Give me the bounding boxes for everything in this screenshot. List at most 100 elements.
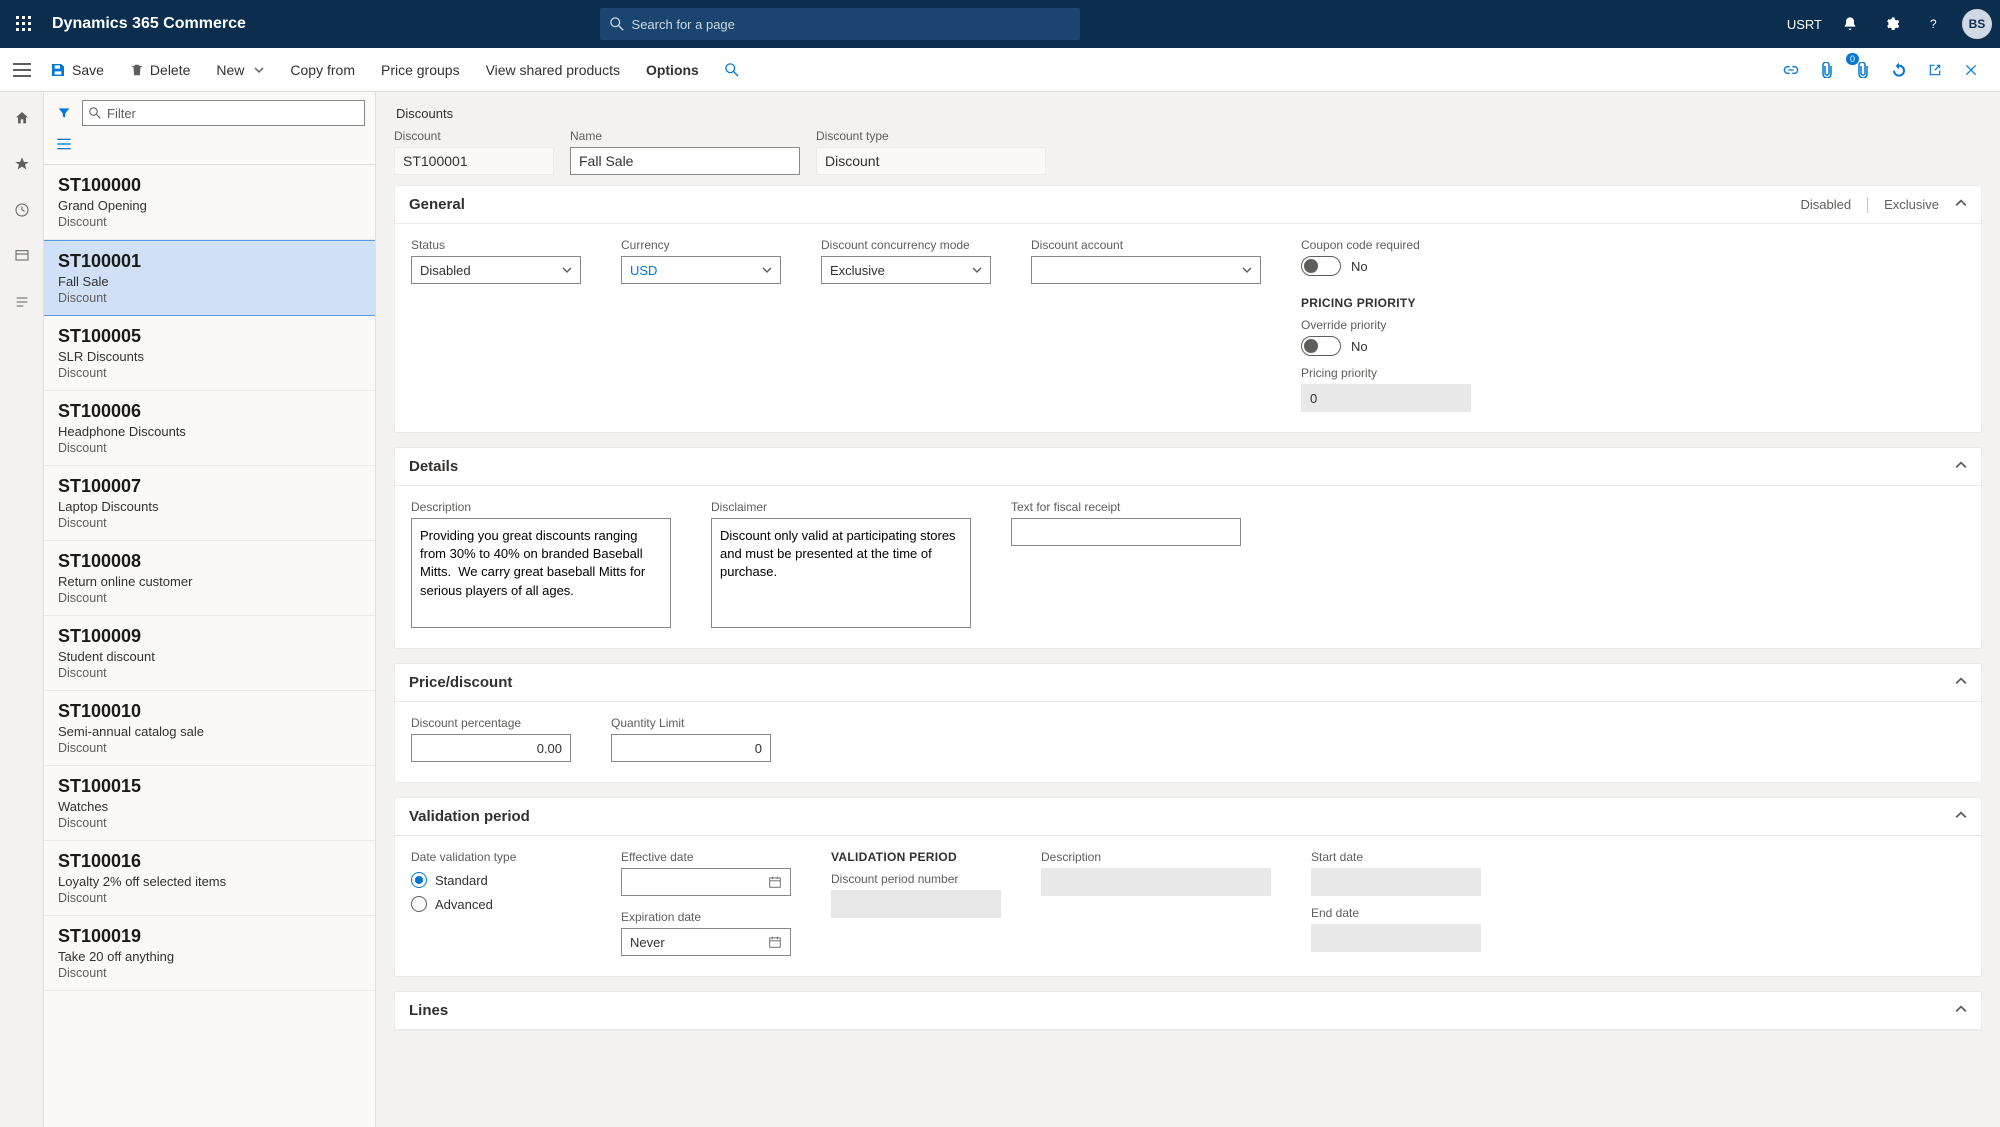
currency-field[interactable]: Currency USD xyxy=(621,238,781,412)
chevron-up-icon[interactable] xyxy=(1955,809,1967,824)
record-list[interactable]: ST100000Grand OpeningDiscountST100001Fal… xyxy=(44,164,375,1127)
fiscal-input[interactable] xyxy=(1011,518,1241,546)
expiration-date-label: Expiration date xyxy=(621,910,791,924)
modules-icon[interactable] xyxy=(8,288,36,316)
list-item[interactable]: ST100000Grand OpeningDiscount xyxy=(44,165,375,240)
list-item[interactable]: ST100015WatchesDiscount xyxy=(44,766,375,841)
general-card-header[interactable]: General Disabled Exclusive xyxy=(395,186,1981,224)
fiscal-field[interactable]: Text for fiscal receipt xyxy=(1011,500,1241,628)
popout-icon[interactable] xyxy=(1922,57,1948,83)
discount-pct-value[interactable]: 0.00 xyxy=(411,734,571,762)
list-view-icon[interactable] xyxy=(52,132,76,156)
list-item-name: Headphone Discounts xyxy=(58,424,361,439)
list-item[interactable]: ST100010Semi-annual catalog saleDiscount xyxy=(44,691,375,766)
discount-account-field[interactable]: Discount account xyxy=(1031,238,1261,412)
effective-date-input[interactable] xyxy=(621,868,791,896)
list-item-name: Fall Sale xyxy=(58,274,361,289)
help-icon[interactable]: ? xyxy=(1920,10,1948,38)
status-field[interactable]: Status Disabled xyxy=(411,238,581,412)
nav-toggle-icon[interactable] xyxy=(8,56,36,84)
list-item[interactable]: ST100005SLR DiscountsDiscount xyxy=(44,316,375,391)
coupon-field[interactable]: Coupon code required No PRICING PRIORITY… xyxy=(1301,238,1501,412)
disclaimer-input[interactable] xyxy=(711,518,971,628)
list-item-type: Discount xyxy=(58,441,361,455)
lines-card-header[interactable]: Lines xyxy=(395,992,1981,1030)
qty-limit-field[interactable]: Quantity Limit 0 xyxy=(611,716,771,762)
link-icon[interactable] xyxy=(1778,57,1804,83)
validation-period-group: VALIDATION PERIOD Discount period number xyxy=(831,850,1001,956)
override-toggle[interactable] xyxy=(1301,336,1341,356)
radio-advanced[interactable]: Advanced xyxy=(411,896,581,912)
view-shared-button[interactable]: View shared products xyxy=(478,58,628,82)
delete-button[interactable]: Delete xyxy=(122,58,198,82)
chevron-up-icon[interactable] xyxy=(1955,459,1967,474)
refresh-icon[interactable] xyxy=(1886,57,1912,83)
user-avatar[interactable]: BS xyxy=(1962,9,1992,39)
price-card-header[interactable]: Price/discount xyxy=(395,664,1981,702)
currency-select[interactable]: USD xyxy=(621,256,781,284)
discount-pct-label: Discount percentage xyxy=(411,716,571,730)
chevron-up-icon[interactable] xyxy=(1955,197,1967,212)
find-button[interactable] xyxy=(717,59,747,81)
chevron-up-icon[interactable] xyxy=(1955,675,1967,690)
status-value: Disabled xyxy=(420,263,471,278)
radio-icon[interactable] xyxy=(411,896,427,912)
description-field[interactable]: Description xyxy=(411,500,671,628)
concurrency-field[interactable]: Discount concurrency mode Exclusive xyxy=(821,238,991,412)
app-launcher-icon[interactable] xyxy=(8,8,40,40)
list-item-type: Discount xyxy=(58,741,361,755)
discount-account-select[interactable] xyxy=(1031,256,1261,284)
list-item-name: Return online customer xyxy=(58,574,361,589)
status-select[interactable]: Disabled xyxy=(411,256,581,284)
recent-icon[interactable] xyxy=(8,196,36,224)
discount-pct-field[interactable]: Discount percentage 0.00 xyxy=(411,716,571,762)
chevron-up-icon[interactable] xyxy=(1955,1003,1967,1018)
details-card-header[interactable]: Details xyxy=(395,448,1981,486)
description-input[interactable] xyxy=(411,518,671,628)
radio-standard[interactable]: Standard xyxy=(411,872,581,888)
company-code[interactable]: USRT xyxy=(1787,17,1822,32)
attach-badge-icon[interactable]: 0 xyxy=(1850,57,1876,83)
price-groups-button[interactable]: Price groups xyxy=(373,58,468,82)
filter-input[interactable]: Filter xyxy=(82,100,365,126)
brand-title: Dynamics 365 Commerce xyxy=(52,15,246,33)
list-item[interactable]: ST100001Fall SaleDiscount xyxy=(44,240,375,316)
list-item[interactable]: ST100019Take 20 off anythingDiscount xyxy=(44,916,375,991)
name-field[interactable]: Name Fall Sale xyxy=(570,129,800,175)
notifications-icon[interactable] xyxy=(1836,10,1864,38)
home-icon[interactable] xyxy=(8,104,36,132)
list-item-name: Watches xyxy=(58,799,361,814)
effective-date-field[interactable]: Effective date Expiration date Never xyxy=(621,850,791,956)
filter-icon[interactable] xyxy=(52,101,76,125)
expiration-date-input[interactable]: Never xyxy=(621,928,791,956)
name-value[interactable]: Fall Sale xyxy=(570,147,800,175)
workspaces-icon[interactable] xyxy=(8,242,36,270)
period-number-label: Discount period number xyxy=(831,872,1001,886)
calendar-icon xyxy=(768,875,782,889)
save-button-label: Save xyxy=(72,62,104,78)
attach-icon[interactable] xyxy=(1814,57,1840,83)
options-button[interactable]: Options xyxy=(638,58,707,82)
global-search-placeholder: Search for a page xyxy=(632,17,735,32)
list-item[interactable]: ST100008Return online customerDiscount xyxy=(44,541,375,616)
coupon-toggle[interactable] xyxy=(1301,256,1341,276)
save-button[interactable]: Save xyxy=(42,58,112,82)
discount-type-field: Discount type Discount xyxy=(816,129,1046,175)
qty-limit-value[interactable]: 0 xyxy=(611,734,771,762)
radio-icon[interactable] xyxy=(411,872,427,888)
general-summary-mode: Exclusive xyxy=(1884,197,1939,212)
list-item[interactable]: ST100016Loyalty 2% off selected itemsDis… xyxy=(44,841,375,916)
favorites-icon[interactable] xyxy=(8,150,36,178)
concurrency-select[interactable]: Exclusive xyxy=(821,256,991,284)
validation-card-header[interactable]: Validation period xyxy=(395,798,1981,836)
new-button[interactable]: New xyxy=(208,58,272,82)
disclaimer-field[interactable]: Disclaimer xyxy=(711,500,971,628)
list-item[interactable]: ST100006Headphone DiscountsDiscount xyxy=(44,391,375,466)
list-item[interactable]: ST100007Laptop DiscountsDiscount xyxy=(44,466,375,541)
global-search[interactable]: Search for a page xyxy=(600,8,1080,40)
settings-icon[interactable] xyxy=(1878,10,1906,38)
close-icon[interactable] xyxy=(1958,57,1984,83)
priority-value: 0 xyxy=(1301,384,1471,412)
list-item[interactable]: ST100009Student discountDiscount xyxy=(44,616,375,691)
copy-from-button[interactable]: Copy from xyxy=(282,58,363,82)
